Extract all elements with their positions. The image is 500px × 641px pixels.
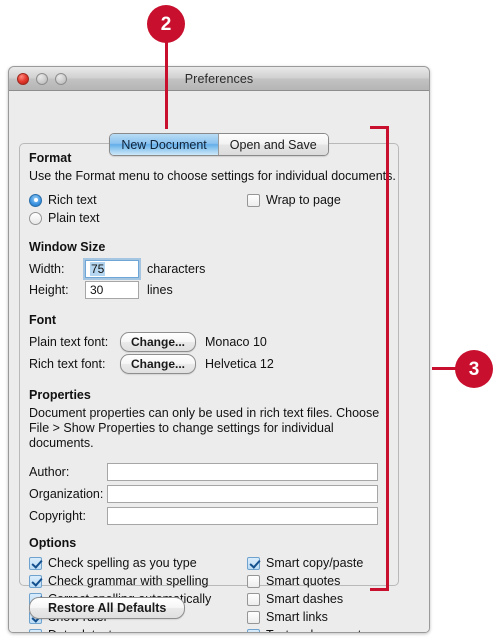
format-controls-row: Rich text Plain text Wrap to page xyxy=(29,191,399,227)
properties-heading: Properties xyxy=(29,388,91,402)
checkbox-text-replacement-icon xyxy=(247,628,260,632)
copyright-row: Copyright: xyxy=(29,505,399,527)
rich-text-font-value: Helvetica 12 xyxy=(205,357,274,371)
options-right-column: Smart copy/paste Smart quotes Smart dash… xyxy=(247,554,363,632)
radio-rich-text[interactable]: Rich text xyxy=(29,191,247,209)
height-input-value: 30 xyxy=(90,282,104,297)
radio-rich-text-label: Rich text xyxy=(48,193,97,207)
author-label: Author: xyxy=(29,465,70,479)
tab-bar: New Document Open and Save xyxy=(9,133,429,156)
format-radio-column: Rich text Plain text xyxy=(29,191,247,227)
checkbox-smart-copy-paste[interactable]: Smart copy/paste xyxy=(247,554,363,572)
width-label: Width: xyxy=(29,261,65,276)
minimize-button[interactable] xyxy=(36,72,48,85)
callout-2-stem xyxy=(165,28,168,129)
radio-plain-text-icon xyxy=(29,211,42,225)
author-input[interactable] xyxy=(107,463,378,481)
checkbox-smart-copy-paste-icon xyxy=(247,556,260,570)
checkbox-check-spelling-as-you-type-icon xyxy=(29,556,42,570)
window-title: Preferences xyxy=(184,71,254,86)
window-body: New Document Open and Save Format Use th… xyxy=(9,91,429,632)
checkbox-check-grammar-with-spelling[interactable]: Check grammar with spelling xyxy=(29,572,247,590)
checkbox-data-detectors-label: Data detectors xyxy=(48,628,129,632)
callout-3-badge: 3 xyxy=(455,350,493,388)
height-unit: lines xyxy=(147,282,173,297)
checkbox-smart-dashes[interactable]: Smart dashes xyxy=(247,590,363,608)
window-size-heading: Window Size xyxy=(29,240,106,254)
radio-plain-text-label: Plain text xyxy=(48,211,100,225)
panel-bracket-top-stub xyxy=(370,126,389,129)
panel-bracket-vertical xyxy=(386,126,389,591)
copyright-label: Copyright: xyxy=(29,509,86,523)
checkbox-check-spelling-as-you-type-label: Check spelling as you type xyxy=(48,556,197,570)
checkbox-text-replacement[interactable]: Text replacement xyxy=(247,626,363,632)
tab-new-document-label: New Document xyxy=(121,137,207,152)
preferences-window: Preferences New Document Open and Save F… xyxy=(8,66,430,633)
format-description: Use the Format menu to choose settings f… xyxy=(29,169,396,183)
width-input-value: 75 xyxy=(90,261,106,276)
author-row: Author: xyxy=(29,461,399,483)
checkbox-check-grammar-with-spelling-icon xyxy=(29,574,42,588)
height-label: Height: xyxy=(29,282,69,297)
panel-bracket-bottom-stub xyxy=(370,588,389,591)
checkbox-smart-links[interactable]: Smart links xyxy=(247,608,363,626)
options-left-column: Check spelling as you type Check grammar… xyxy=(29,554,247,632)
checkbox-wrap-to-page-icon xyxy=(247,193,260,207)
close-button[interactable] xyxy=(17,72,29,85)
properties-description: Document properties can only be used in … xyxy=(29,406,399,451)
height-row: Height: 30 lines xyxy=(29,279,399,300)
rich-text-font-label: Rich text font: xyxy=(29,357,106,371)
checkbox-smart-links-icon xyxy=(247,610,260,624)
organization-row: Organization: xyxy=(29,483,399,505)
radio-plain-text[interactable]: Plain text xyxy=(29,209,247,227)
options-grid: Check spelling as you type Check grammar… xyxy=(29,554,399,632)
plain-text-font-label: Plain text font: xyxy=(29,335,109,349)
checkbox-smart-links-label: Smart links xyxy=(266,610,328,624)
callout-3-number: 3 xyxy=(468,358,480,380)
rich-text-font-row: Rich text font: Change... Helvetica 12 xyxy=(29,353,399,375)
panel-content: Format Use the Format menu to choose set… xyxy=(29,151,399,632)
checkbox-smart-copy-paste-label: Smart copy/paste xyxy=(266,556,364,570)
plain-text-font-row: Plain text font: Change... Monaco 10 xyxy=(29,331,399,353)
radio-rich-text-icon xyxy=(29,193,42,207)
font-heading: Font xyxy=(29,313,57,327)
format-wrap-column: Wrap to page xyxy=(247,191,341,227)
callout-2-number: 2 xyxy=(160,13,172,35)
traffic-lights xyxy=(17,72,67,85)
restore-all-defaults-button[interactable]: Restore All Defaults xyxy=(29,597,186,619)
options-heading: Options xyxy=(29,536,77,550)
properties-description-line2: File > Show Properties to change setting… xyxy=(29,421,334,450)
checkbox-smart-dashes-icon xyxy=(247,592,260,606)
window-footer: Restore All Defaults xyxy=(29,597,186,619)
checkbox-data-detectors[interactable]: Data detectors xyxy=(29,626,247,632)
change-plain-text-font-button[interactable]: Change... xyxy=(120,332,197,352)
callout-2-badge: 2 xyxy=(147,5,185,43)
width-unit: characters xyxy=(147,261,206,276)
checkbox-wrap-to-page[interactable]: Wrap to page xyxy=(247,191,341,209)
width-row: Width: 75 characters xyxy=(29,258,399,279)
checkbox-smart-quotes[interactable]: Smart quotes xyxy=(247,572,363,590)
organization-label: Organization: xyxy=(29,487,104,501)
tab-new-document[interactable]: New Document xyxy=(110,134,218,155)
checkbox-check-spelling-as-you-type[interactable]: Check spelling as you type xyxy=(29,554,247,572)
properties-description-line1: Document properties can only be used in … xyxy=(29,406,380,420)
window-titlebar: Preferences xyxy=(9,67,429,91)
height-input[interactable]: 30 xyxy=(85,280,139,299)
checkbox-data-detectors-icon xyxy=(29,628,42,632)
checkbox-smart-quotes-label: Smart quotes xyxy=(266,574,341,588)
width-input[interactable]: 75 xyxy=(85,259,139,278)
change-rich-text-font-button[interactable]: Change... xyxy=(120,354,197,374)
tab-open-and-save-label: Open and Save xyxy=(229,137,317,152)
zoom-button[interactable] xyxy=(55,72,67,85)
plain-text-font-value: Monaco 10 xyxy=(205,335,267,349)
checkbox-check-grammar-with-spelling-label: Check grammar with spelling xyxy=(48,574,209,588)
checkbox-wrap-to-page-label: Wrap to page xyxy=(266,193,341,207)
copyright-input[interactable] xyxy=(107,507,378,525)
tab-open-and-save[interactable]: Open and Save xyxy=(217,134,328,155)
checkbox-text-replacement-label: Text replacement xyxy=(266,628,361,632)
organization-input[interactable] xyxy=(107,485,378,503)
checkbox-smart-dashes-label: Smart dashes xyxy=(266,592,344,606)
checkbox-smart-quotes-icon xyxy=(247,574,260,588)
